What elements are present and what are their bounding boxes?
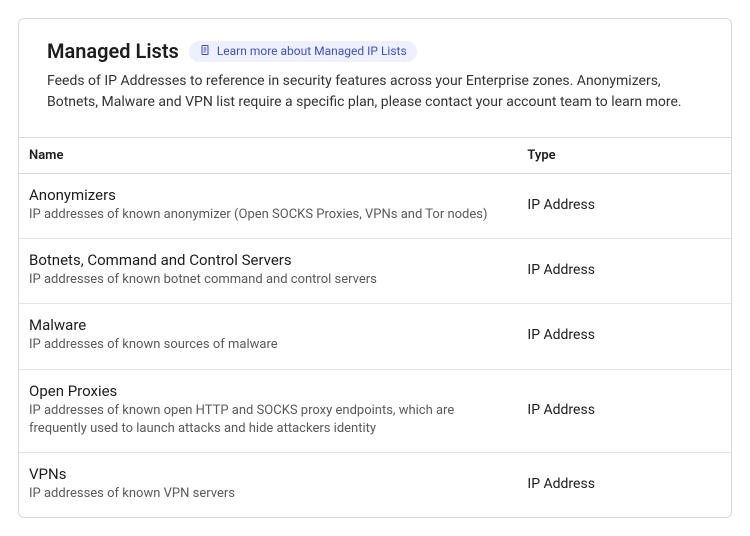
row-description: IP addresses of known anonymizer (Open S… (29, 206, 507, 224)
managed-lists-table: Name Type Anonymizers IP addresses of kn… (19, 137, 731, 517)
table-row: Botnets, Command and Control Servers IP … (19, 239, 731, 304)
document-icon (199, 44, 211, 59)
row-description: IP addresses of known open HTTP and SOCK… (29, 402, 507, 438)
row-description: IP addresses of known sources of malware (29, 336, 507, 354)
row-type: IP Address (517, 239, 731, 304)
table-row: VPNs IP addresses of known VPN servers I… (19, 452, 731, 517)
page-title: Managed Lists (47, 39, 179, 63)
column-header-name: Name (19, 138, 517, 174)
card-description: Feeds of IP Addresses to reference in se… (47, 71, 703, 113)
row-type: IP Address (517, 369, 731, 452)
table-row: Open Proxies IP addresses of known open … (19, 369, 731, 452)
column-header-type: Type (517, 138, 731, 174)
row-type: IP Address (517, 174, 731, 239)
managed-lists-card: Managed Lists Learn more about Managed I… (18, 18, 732, 518)
row-name: Botnets, Command and Control Servers (29, 251, 507, 269)
row-description: IP addresses of known VPN servers (29, 485, 507, 503)
row-name: Anonymizers (29, 186, 507, 204)
row-type: IP Address (517, 304, 731, 369)
table-row: Anonymizers IP addresses of known anonym… (19, 174, 731, 239)
title-row: Managed Lists Learn more about Managed I… (47, 39, 703, 63)
row-description: IP addresses of known botnet command and… (29, 271, 507, 289)
row-name: VPNs (29, 465, 507, 483)
row-type: IP Address (517, 452, 731, 517)
learn-more-label: Learn more about Managed IP Lists (217, 44, 407, 58)
card-header: Managed Lists Learn more about Managed I… (19, 19, 731, 137)
row-name: Malware (29, 316, 507, 334)
learn-more-link[interactable]: Learn more about Managed IP Lists (189, 41, 417, 62)
row-name: Open Proxies (29, 382, 507, 400)
table-row: Malware IP addresses of known sources of… (19, 304, 731, 369)
